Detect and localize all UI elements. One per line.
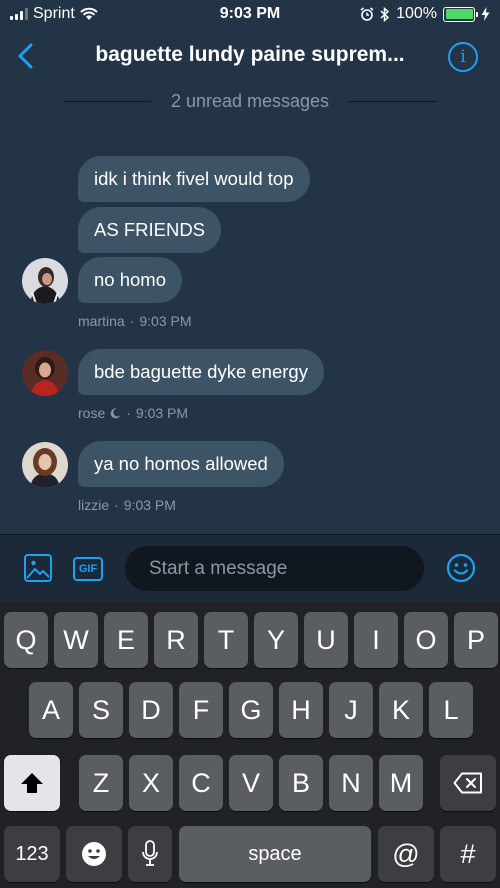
- message-bubble[interactable]: bde baguette dyke energy: [78, 349, 324, 395]
- avatar-image: [22, 258, 68, 304]
- message-bubble[interactable]: idk i think fivel would top: [78, 156, 310, 202]
- key-m[interactable]: M: [379, 755, 423, 811]
- space-key[interactable]: space: [179, 826, 371, 882]
- conversation-title[interactable]: baguette lundy paine suprem...: [62, 43, 438, 67]
- key-s[interactable]: S: [79, 682, 123, 738]
- message-time: 9:03 PM: [123, 497, 176, 513]
- key-h[interactable]: H: [279, 682, 323, 738]
- key-t[interactable]: T: [204, 612, 248, 668]
- key-q[interactable]: Q: [4, 612, 48, 668]
- shift-icon: [21, 773, 43, 793]
- backspace-icon: [453, 772, 482, 794]
- chevron-left-icon: [18, 43, 33, 69]
- emoji-icon: [82, 842, 106, 866]
- hash-key[interactable]: #: [440, 826, 496, 882]
- message-composer: GIF: [0, 534, 500, 602]
- key-w[interactable]: W: [54, 612, 98, 668]
- unread-label: 2 unread messages: [170, 90, 330, 111]
- meta-separator: ·: [129, 313, 135, 329]
- key-n[interactable]: N: [329, 755, 373, 811]
- key-k[interactable]: K: [379, 682, 423, 738]
- carrier-info: Sprint: [10, 5, 98, 23]
- emoji-key[interactable]: [66, 826, 122, 882]
- divider-line: [349, 100, 438, 102]
- sender-name: lizzie: [78, 497, 110, 513]
- message-time: 9:03 PM: [135, 405, 189, 421]
- avatar[interactable]: [22, 350, 68, 396]
- signal-icon: [10, 8, 28, 20]
- moon-icon: [111, 407, 121, 418]
- divider-line: [62, 100, 151, 102]
- add-photo-button[interactable]: [24, 554, 52, 582]
- message-bubble[interactable]: ya no homos allowed: [78, 441, 284, 487]
- unread-divider: 2 unread messages: [0, 88, 500, 114]
- key-o[interactable]: O: [404, 612, 448, 668]
- key-r[interactable]: R: [154, 612, 198, 668]
- emoji-button[interactable]: [446, 553, 476, 583]
- conversation-header: baguette lundy paine suprem... i: [0, 28, 500, 84]
- meta-separator: ·: [114, 497, 119, 513]
- alarm-icon: [360, 7, 374, 21]
- keyboard: Q W E R T Y U I O P A S D F G H J K L Z …: [0, 602, 500, 888]
- status-right: 100%: [360, 5, 490, 23]
- sender-name: rose: [78, 405, 106, 421]
- sender-name: martina: [78, 313, 125, 329]
- dictation-key[interactable]: [128, 826, 172, 882]
- key-p[interactable]: P: [454, 612, 498, 668]
- key-l[interactable]: L: [429, 682, 473, 738]
- key-e[interactable]: E: [104, 612, 148, 668]
- key-g[interactable]: G: [229, 682, 273, 738]
- message-meta: lizzie · 9:03 PM: [78, 497, 176, 513]
- key-a[interactable]: A: [29, 682, 73, 738]
- message-bubble[interactable]: no homo: [78, 257, 182, 303]
- charging-icon: [481, 7, 490, 21]
- avatar[interactable]: [22, 258, 68, 304]
- key-c[interactable]: C: [179, 755, 223, 811]
- key-d[interactable]: D: [129, 682, 173, 738]
- delete-key[interactable]: [440, 755, 496, 811]
- carrier-label: Sprint: [33, 5, 75, 22]
- back-button[interactable]: [12, 40, 42, 72]
- key-x[interactable]: X: [129, 755, 173, 811]
- shift-key[interactable]: [4, 755, 60, 811]
- key-v[interactable]: V: [229, 755, 273, 811]
- key-f[interactable]: F: [179, 682, 223, 738]
- message-meta: martina · 9:03 PM: [78, 313, 192, 329]
- info-button[interactable]: i: [448, 42, 478, 72]
- numbers-key[interactable]: 123: [4, 826, 60, 882]
- key-u[interactable]: U: [304, 612, 348, 668]
- smiley-icon: [446, 553, 476, 583]
- message-input[interactable]: [125, 546, 424, 591]
- status-bar: Sprint 9:03 PM 100%: [0, 0, 500, 28]
- info-icon: i: [460, 47, 466, 67]
- message-time: 9:03 PM: [139, 313, 192, 329]
- key-j[interactable]: J: [329, 682, 373, 738]
- message-bubble[interactable]: AS FRIENDS: [78, 207, 222, 253]
- at-key[interactable]: @: [378, 826, 434, 882]
- gif-button[interactable]: GIF: [73, 557, 103, 581]
- message-meta: rose · 9:03 PM: [78, 405, 188, 421]
- microphone-icon: [142, 840, 158, 866]
- battery-icon: [443, 6, 478, 22]
- avatar-image: [22, 350, 68, 396]
- image-icon: [26, 560, 50, 579]
- bluetooth-icon: [380, 6, 390, 22]
- key-y[interactable]: Y: [254, 612, 298, 668]
- key-z[interactable]: Z: [79, 755, 123, 811]
- wifi-icon: [80, 7, 98, 20]
- battery-percent: 100%: [396, 5, 437, 22]
- key-b[interactable]: B: [279, 755, 323, 811]
- key-i[interactable]: I: [354, 612, 398, 668]
- avatar[interactable]: [22, 442, 68, 488]
- meta-separator: ·: [126, 405, 131, 421]
- avatar-image: [22, 442, 68, 488]
